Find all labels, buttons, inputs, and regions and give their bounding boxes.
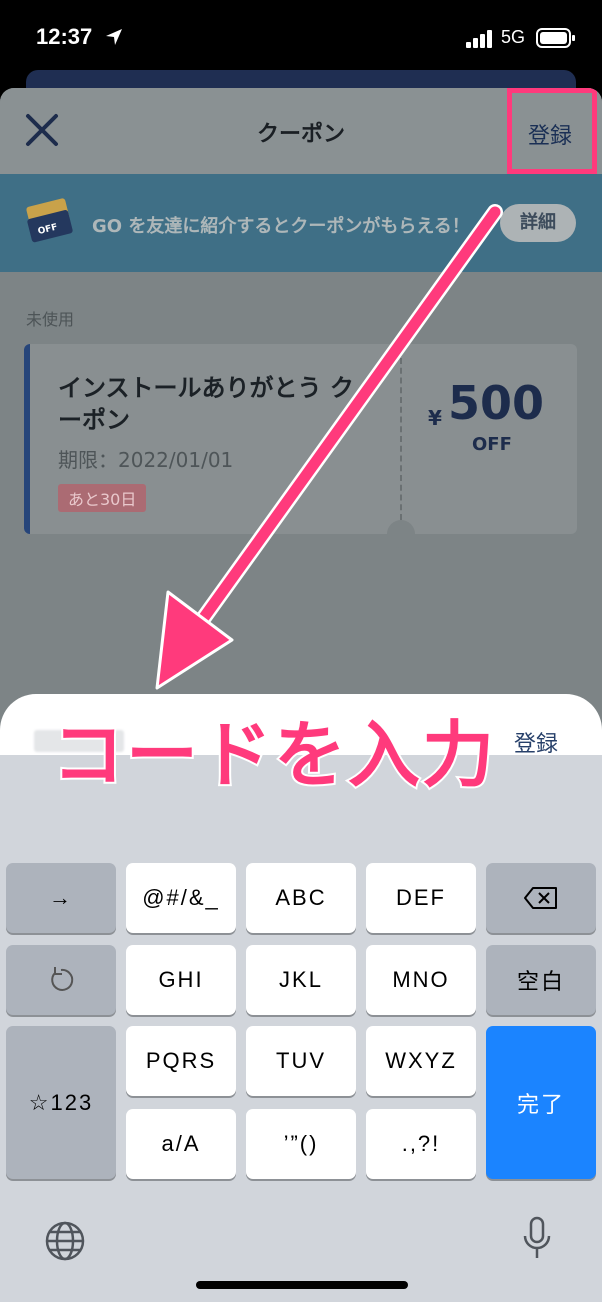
annotation-text: コードを入力 [50, 711, 497, 799]
annotation-arrow [155, 204, 503, 690]
